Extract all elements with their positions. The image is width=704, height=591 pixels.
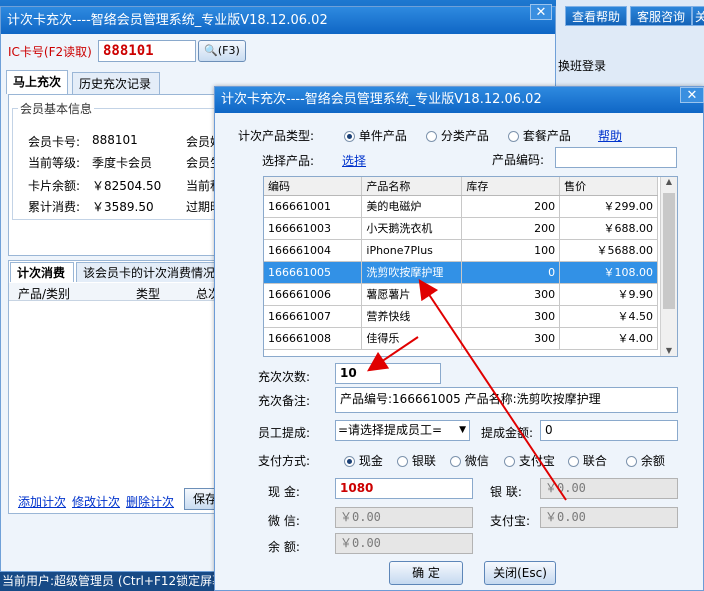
note-input[interactable]: 产品编号:166661005 产品名称:洗剪吹按摩护理 — [335, 387, 678, 413]
staff-select[interactable]: =请选择提成员工= ▼ — [335, 420, 470, 441]
help-link[interactable]: 帮助 — [598, 127, 622, 144]
close-app-button[interactable]: 关 — [692, 6, 704, 26]
scroll-down-icon[interactable]: ▼ — [661, 346, 677, 355]
wechat-input[interactable]: ￥0.00 — [335, 507, 473, 528]
search-icon: 🔍 — [204, 44, 218, 57]
product-type-label: 计次产品类型: — [238, 129, 315, 143]
add-count-link[interactable]: 添加计次 — [18, 493, 66, 510]
tab-history[interactable]: 历史充次记录 — [72, 72, 160, 94]
save-button[interactable]: 保存 — [184, 488, 218, 510]
close-icon[interactable]: ✕ — [530, 4, 552, 20]
scroll-up-icon[interactable]: ▲ — [661, 177, 677, 191]
level-label: 当前等级: — [28, 156, 81, 170]
tab-recharge[interactable]: 马上充次 — [6, 70, 68, 94]
col-code: 编码 — [264, 177, 363, 196]
note-label: 充次备注: — [258, 394, 311, 408]
window-title: 计次卡充次----智络会员管理系统_专业版V18.12.06.02 — [1, 7, 555, 34]
table-row-selected[interactable]: 166661005 洗剪吹按摩护理 0 ￥108.00 — [264, 261, 658, 284]
wechat-label: 微 信: — [268, 514, 300, 528]
card-no-value: 888101 — [92, 133, 138, 147]
product-code-input[interactable] — [555, 147, 677, 168]
alipay-input[interactable]: ￥0.00 — [540, 507, 678, 528]
table-row[interactable]: 166661003 小天鹅洗衣机 200 ￥688.00 — [264, 217, 658, 240]
select-product-label: 选择产品: — [262, 154, 315, 168]
dialog-close-icon[interactable]: ✕ — [680, 87, 704, 103]
help-button[interactable]: 查看帮助 — [565, 6, 628, 26]
alipay-label: 支付宝: — [490, 514, 531, 528]
ic-card-input[interactable]: 888101 — [98, 40, 196, 62]
radio-single-product[interactable]: 单件产品 — [344, 127, 407, 144]
member-info-title: 会员基本信息 — [18, 100, 95, 117]
dialog-title: 计次卡充次----智络会员管理系统_专业版V18.12.06.02 — [215, 87, 703, 113]
close-button[interactable]: 关闭(Esc) — [484, 561, 556, 585]
table-scrollbar[interactable]: ▲ ▼ — [660, 177, 677, 356]
card-no-label: 会员卡号: — [28, 135, 81, 149]
product-table: 编码 产品名称 库存 售价 166661001 美的电磁炉 200 ￥299.00 1… — [263, 176, 678, 357]
balance-pay-input[interactable]: ￥0.00 — [335, 533, 473, 554]
pay-unionpay-radio[interactable]: 银联 — [397, 452, 436, 469]
staff-label: 员工提成: — [258, 426, 311, 440]
balance-pay-label: 余 额: — [268, 540, 300, 554]
support-button[interactable]: 客服咨询 — [630, 6, 693, 26]
product-code-label: 产品编码: — [492, 153, 545, 167]
table-row[interactable]: 166661008 佳得乐 300 ￥4.00 — [264, 327, 658, 350]
balance-label: 卡片余额: — [28, 179, 81, 193]
unionpay-input[interactable]: ￥0.00 — [540, 478, 678, 499]
unionpay-label: 银 联: — [490, 485, 522, 499]
total-spent-value: ￥3589.50 — [92, 200, 154, 214]
table-row[interactable]: 166661001 美的电磁炉 200 ￥299.00 — [264, 195, 658, 218]
radio-category-product[interactable]: 分类产品 — [426, 127, 489, 144]
col-name: 产品名称 — [361, 177, 463, 196]
cash-label: 现 金: — [268, 485, 300, 499]
pay-wechat-radio[interactable]: 微信 — [450, 452, 489, 469]
total-spent-label: 累计消费: — [28, 200, 81, 214]
tab-count-consume[interactable]: 计次消费 — [10, 262, 74, 282]
col-stock: 库存 — [461, 177, 561, 196]
commission-input[interactable]: 0 — [540, 420, 678, 441]
col-product: 产品/类别 — [18, 287, 71, 301]
table-row[interactable]: 166661006 薯愿薯片 300 ￥9.90 — [264, 283, 658, 306]
radio-package-product[interactable]: 套餐产品 — [508, 127, 571, 144]
read-card-button[interactable]: 🔍(F3) — [198, 40, 246, 62]
pay-cash-radio[interactable]: 现金 — [344, 452, 383, 469]
level-value: 季度卡会员 — [92, 156, 153, 170]
ok-button[interactable]: 确 定 — [389, 561, 463, 585]
pay-alipay-radio[interactable]: 支付宝 — [504, 452, 555, 469]
commission-label: 提成金额: — [481, 426, 534, 440]
select-product-link[interactable]: 选择 — [342, 152, 366, 169]
pay-method-label: 支付方式: — [258, 454, 311, 468]
shift-login-button[interactable]: 换班登录 — [556, 55, 704, 77]
count-label: 充次次数: — [258, 370, 311, 384]
table-row[interactable]: 166661004 iPhone7Plus 100 ￥5688.00 — [264, 239, 658, 262]
pay-balance-radio[interactable]: 余额 — [626, 452, 665, 469]
tab-consume-status[interactable]: 该会员卡的计次消费情况 — [76, 262, 218, 282]
col-price: 售价 — [559, 177, 658, 196]
scroll-thumb[interactable] — [663, 193, 675, 309]
pay-combined-radio[interactable]: 联合 — [568, 452, 607, 469]
chevron-down-icon: ▼ — [459, 425, 466, 435]
edit-count-link[interactable]: 修改计次 — [72, 493, 120, 510]
balance-value: ￥82504.50 — [92, 179, 162, 193]
count-input[interactable]: 10 — [335, 363, 441, 384]
ic-card-label: IC卡号(F2读取) — [8, 45, 92, 59]
col-type: 类型 — [136, 287, 161, 301]
cash-input[interactable]: 1080 — [335, 478, 473, 499]
table-row[interactable]: 166661007 营养快线 300 ￥4.50 — [264, 305, 658, 328]
delete-count-link[interactable]: 删除计次 — [126, 493, 174, 510]
